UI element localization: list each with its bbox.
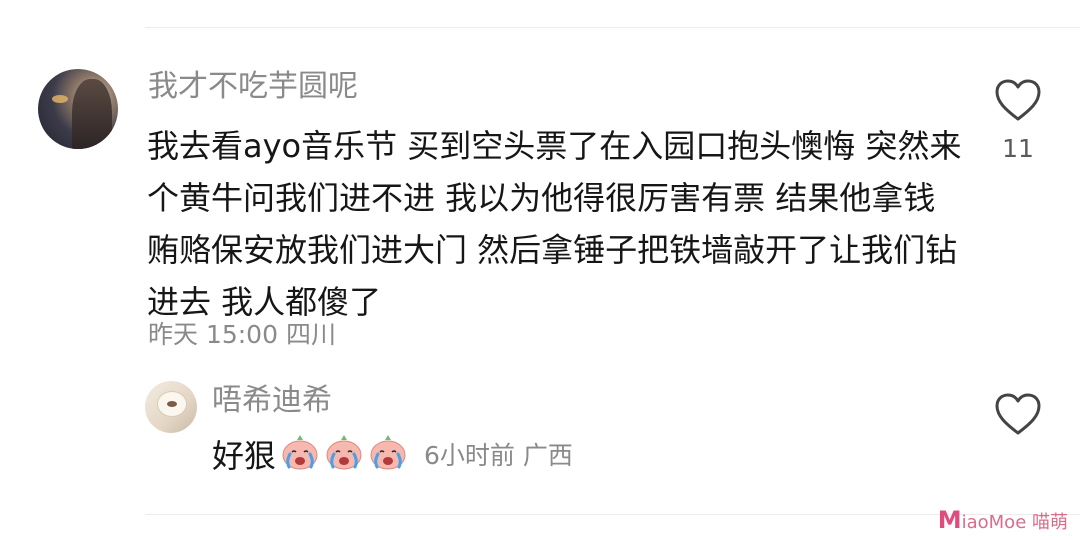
watermark-big: M <box>937 506 962 534</box>
like-count: 11 <box>1002 134 1034 163</box>
crying-face-emoji <box>326 435 362 470</box>
heart-outline-icon[interactable] <box>994 392 1042 436</box>
commenter-username[interactable]: 我才不吃芋圆呢 <box>148 69 358 105</box>
reply-line: 好狠 6小时前 广西 <box>212 432 573 476</box>
crying-face-emoji <box>370 435 406 470</box>
watermark: MiaoMoe 喵萌 <box>938 507 1068 536</box>
replier-avatar[interactable] <box>145 381 197 433</box>
emoji-group <box>276 433 408 475</box>
commenter-avatar[interactable] <box>38 69 118 149</box>
heart-outline-icon[interactable] <box>994 78 1042 122</box>
watermark-rest: iaoMoe 喵萌 <box>961 512 1068 533</box>
reply-text: 好狠 <box>212 437 277 475</box>
reply-meta: 6小时前 广西 <box>424 441 573 470</box>
replier-username[interactable]: 唔希迪希 <box>212 383 332 419</box>
comment-text: 我去看ayo音乐节 买到空头票了在入园口抱头懊悔 突然来个黄牛问我们进不进 我以… <box>147 127 962 321</box>
avatar-figure <box>72 79 112 149</box>
top-divider <box>145 27 1080 28</box>
avatar-light <box>52 95 68 103</box>
comment-meta: 昨天 15:00 四川 <box>148 320 336 349</box>
crying-face-emoji <box>282 435 318 470</box>
avatar-dog <box>157 391 187 417</box>
